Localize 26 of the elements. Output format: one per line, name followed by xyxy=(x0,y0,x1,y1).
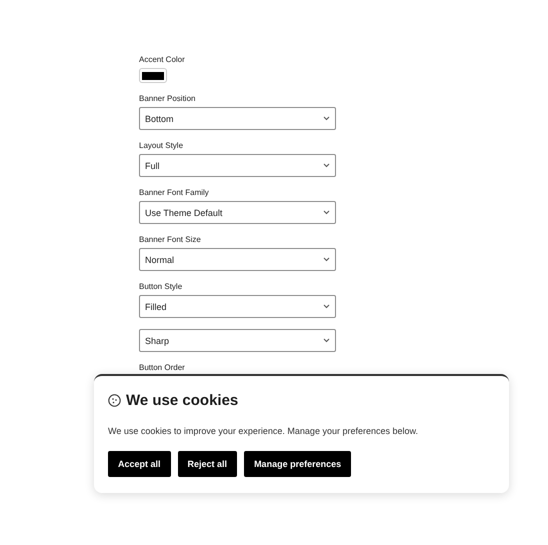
chevron-icon xyxy=(323,116,330,121)
field-label: Banner Font Family xyxy=(139,188,209,198)
field-label: Button Style xyxy=(139,282,182,292)
banner-text: We use cookies to improve your experience. Manage your preferences below. xyxy=(108,426,419,436)
consent-button[interactable]: Reject all xyxy=(178,451,238,477)
consent-button[interactable]: Accept all xyxy=(108,451,171,477)
select-field[interactable]: Filled xyxy=(139,295,336,318)
select-field[interactable]: Normal xyxy=(139,248,336,271)
select-field[interactable]: Sharp xyxy=(139,329,336,352)
consent-button[interactable]: Manage preferences xyxy=(244,451,352,477)
cookie-icon xyxy=(108,394,121,407)
field-label: Banner Position xyxy=(139,94,196,104)
chevron-icon xyxy=(323,210,330,215)
select-field[interactable]: Bottom xyxy=(139,107,336,130)
field-label: Button Order xyxy=(139,363,185,373)
chevron-icon xyxy=(323,338,330,343)
field-label: Layout Style xyxy=(139,141,184,151)
chevron-icon xyxy=(323,304,330,309)
select-field[interactable]: Full xyxy=(139,154,336,177)
chevron-icon xyxy=(323,163,330,168)
field-label: Accent Color xyxy=(139,55,185,65)
chevron-icon xyxy=(323,257,330,262)
field-label: Banner Font Size xyxy=(139,235,201,245)
color-swatch[interactable] xyxy=(139,68,167,83)
banner-title: We use cookies xyxy=(126,392,238,409)
select-field[interactable]: Use Theme Default xyxy=(139,201,336,224)
